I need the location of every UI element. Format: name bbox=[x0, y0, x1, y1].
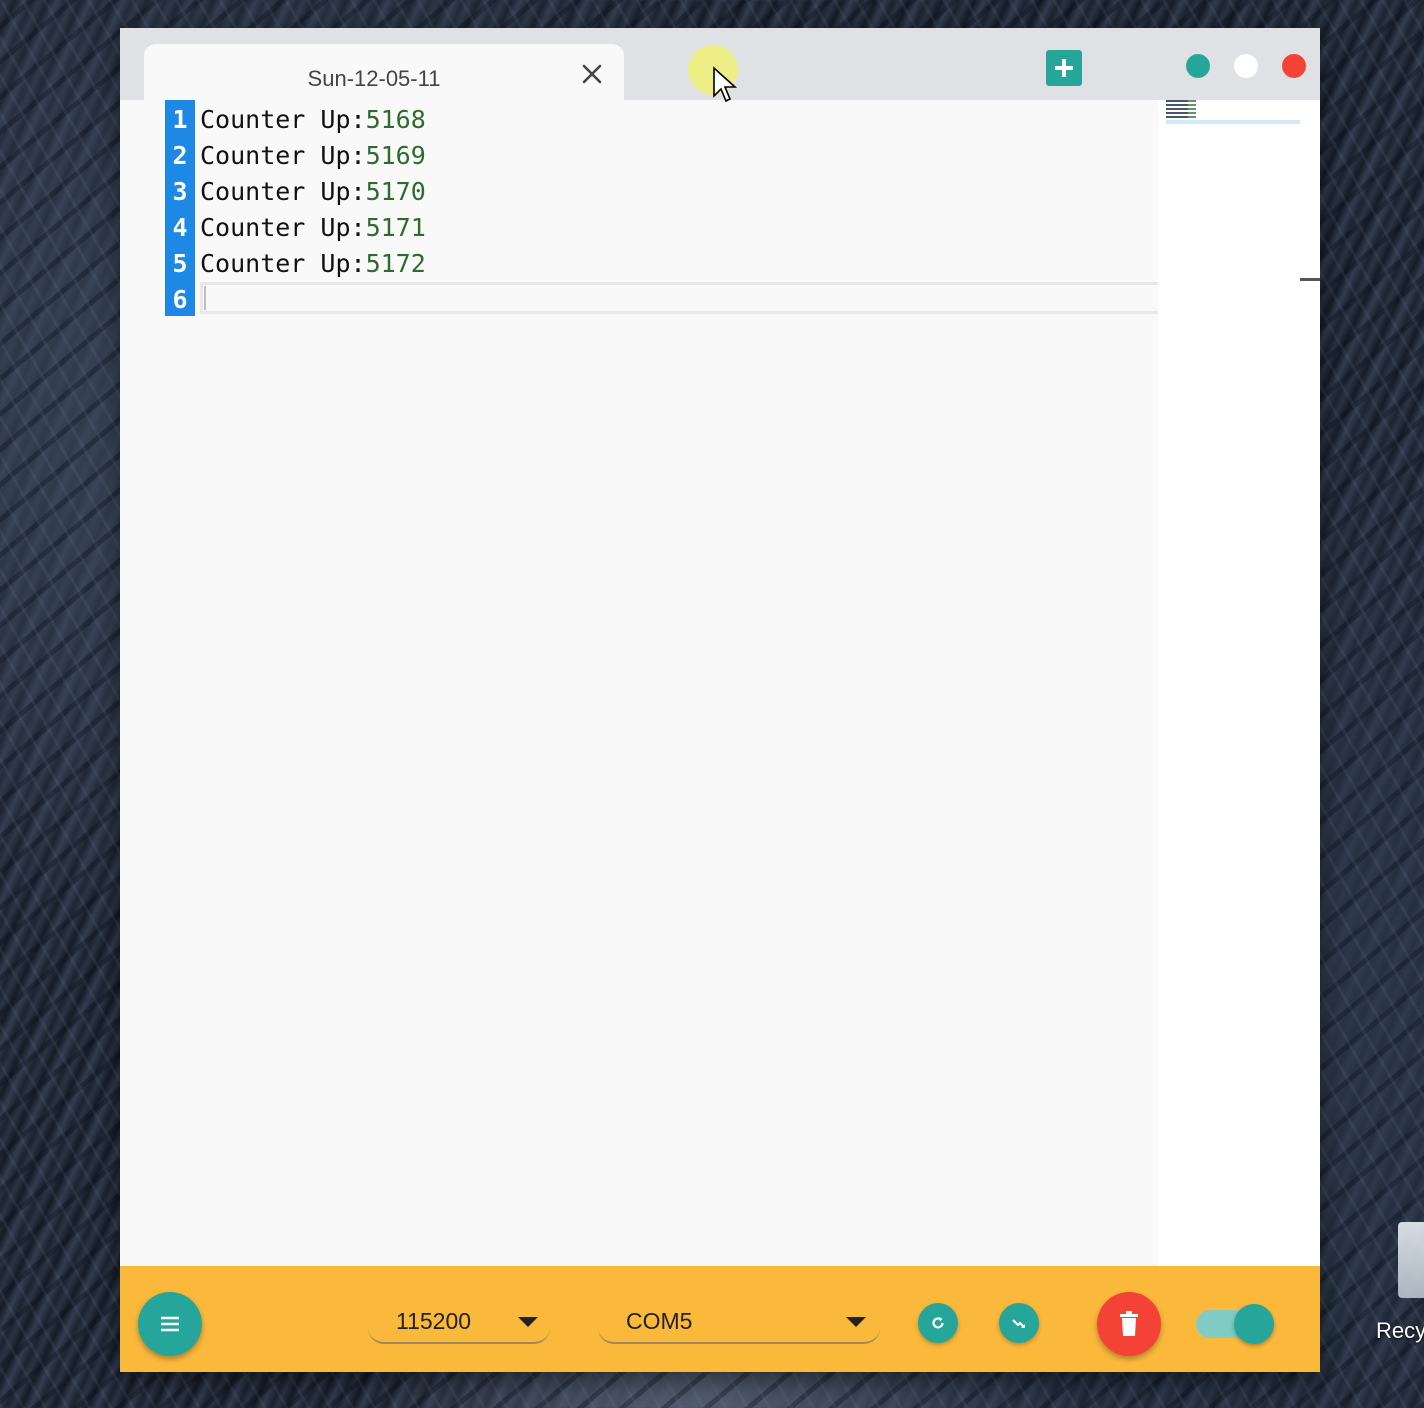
minimap-line bbox=[1166, 112, 1196, 114]
editor-line: 3 Counter Up:5170 bbox=[120, 174, 1158, 210]
maximize-button[interactable] bbox=[1234, 54, 1258, 78]
refresh-ports-button[interactable] bbox=[918, 1303, 958, 1343]
chevron-down-icon bbox=[846, 1317, 866, 1327]
line-number: 6 bbox=[172, 285, 188, 314]
line-value: 5172 bbox=[365, 249, 426, 278]
line-label: Counter Up: bbox=[200, 213, 366, 242]
chevron-down-icon bbox=[518, 1317, 538, 1327]
line-label: Counter Up: bbox=[200, 105, 366, 134]
line-number: 2 bbox=[172, 141, 188, 170]
port-select[interactable]: COM5 bbox=[598, 1296, 880, 1344]
add-tab-button[interactable] bbox=[1046, 50, 1082, 86]
connect-icon bbox=[1012, 1319, 1025, 1328]
minimap-line bbox=[1166, 104, 1196, 106]
line-number: 3 bbox=[172, 177, 188, 206]
text-caret bbox=[204, 286, 206, 310]
serial-output-editor[interactable]: 1 Counter Up:5168 2 Counter Up:5169 3 Co… bbox=[120, 100, 1158, 1266]
mouse-cursor-icon bbox=[713, 66, 738, 103]
line-label: Counter Up: bbox=[200, 141, 366, 170]
editor-line: 4 Counter Up:5171 bbox=[120, 210, 1158, 246]
tab-session[interactable]: Sun-12-05-11 bbox=[144, 44, 624, 100]
editor-line: 5 Counter Up:5172 bbox=[120, 246, 1158, 282]
minimap-line bbox=[1166, 116, 1196, 118]
close-window-button[interactable] bbox=[1282, 54, 1306, 78]
recycle-bin-label: Recy bbox=[1376, 1318, 1424, 1343]
line-label: Counter Up: bbox=[200, 249, 366, 278]
minimap-line bbox=[1166, 100, 1196, 102]
serial-monitor-window: Sun-12-05-11 1 Counter Up:5168 2 Counter… bbox=[120, 28, 1320, 1372]
minimap[interactable] bbox=[1158, 100, 1320, 1266]
editor-line: 2 Counter Up:5169 bbox=[120, 138, 1158, 174]
hamburger-icon bbox=[161, 1316, 179, 1332]
scrollbar-marker[interactable] bbox=[1300, 278, 1320, 281]
minimize-button[interactable] bbox=[1186, 54, 1210, 78]
plus-icon bbox=[1055, 59, 1073, 77]
bottom-toolbar: 115200 COM5 bbox=[120, 1266, 1320, 1372]
line-number: 5 bbox=[172, 249, 188, 278]
line-value: 5171 bbox=[365, 213, 426, 242]
recycle-bin[interactable]: Recy bbox=[1376, 1222, 1424, 1343]
editor-line: 6 bbox=[120, 282, 1158, 318]
toggle-knob bbox=[1234, 1304, 1274, 1344]
minimap-line bbox=[1166, 108, 1196, 110]
minimap-active-line bbox=[1166, 120, 1300, 124]
line-label: Counter Up: bbox=[200, 177, 366, 206]
menu-button[interactable] bbox=[138, 1292, 202, 1356]
connect-button[interactable] bbox=[999, 1303, 1039, 1343]
line-value: 5169 bbox=[365, 141, 426, 170]
line-value: 5170 bbox=[365, 177, 426, 206]
baud-rate-value: 115200 bbox=[396, 1308, 472, 1334]
close-icon[interactable] bbox=[580, 62, 604, 86]
refresh-icon bbox=[932, 1317, 944, 1329]
port-value: COM5 bbox=[626, 1308, 693, 1334]
editor-line: 1 Counter Up:5168 bbox=[120, 102, 1158, 138]
line-value: 5168 bbox=[365, 105, 426, 134]
trash-icon bbox=[1120, 1311, 1138, 1336]
line-number: 4 bbox=[172, 213, 188, 242]
clear-output-button[interactable] bbox=[1097, 1292, 1161, 1356]
line-number: 1 bbox=[172, 105, 188, 134]
recycle-bin-icon bbox=[1398, 1222, 1424, 1298]
tab-title: Sun-12-05-11 bbox=[307, 66, 441, 91]
baud-rate-select[interactable]: 115200 bbox=[368, 1296, 550, 1344]
connection-toggle[interactable] bbox=[1196, 1304, 1274, 1344]
